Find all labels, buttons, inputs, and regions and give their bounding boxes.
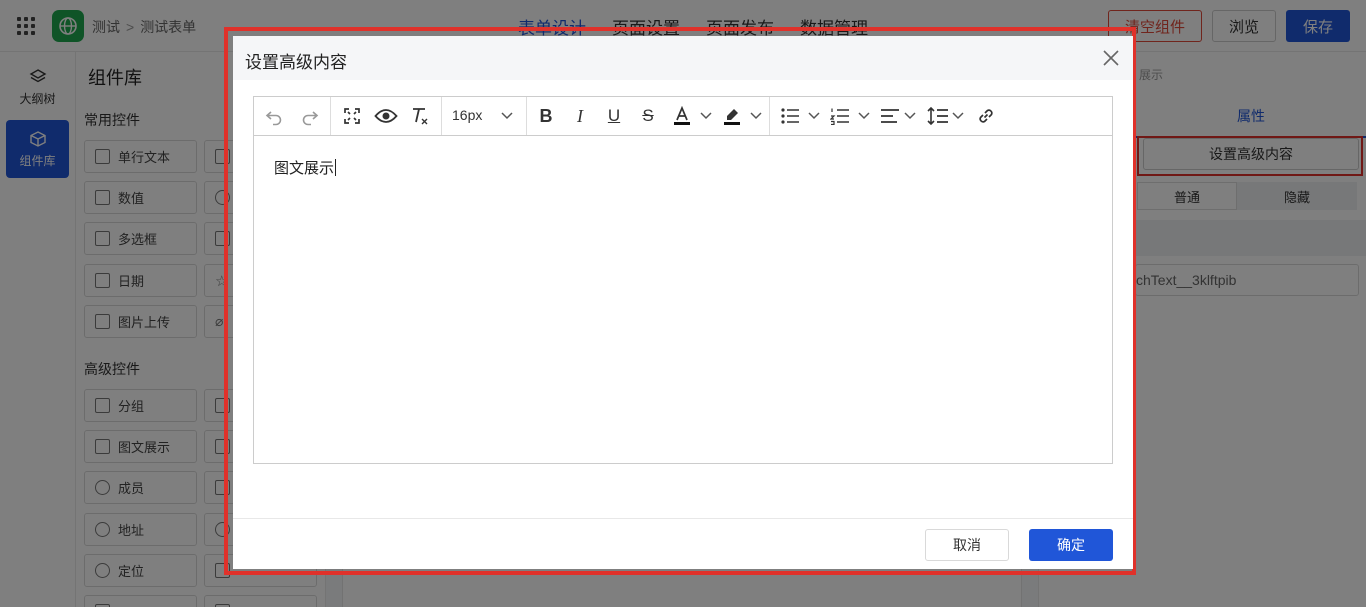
- chevron-down-icon[interactable]: [698, 103, 714, 129]
- clear-format-icon[interactable]: [408, 103, 432, 129]
- preview-eye-icon[interactable]: [372, 103, 400, 129]
- toolbar-divider: [769, 97, 770, 135]
- chevron-down-icon[interactable]: [902, 103, 918, 129]
- numbered-list-icon[interactable]: [828, 103, 852, 129]
- close-icon[interactable]: [1102, 49, 1120, 67]
- editor-text: 图文展示: [274, 160, 335, 177]
- chevron-down-icon[interactable]: [498, 103, 516, 129]
- confirm-button[interactable]: 确定: [1029, 529, 1113, 561]
- redo-icon[interactable]: [298, 103, 322, 129]
- fullscreen-icon[interactable]: [340, 103, 364, 129]
- underline-icon[interactable]: U: [602, 103, 626, 129]
- toolbar-divider: [441, 97, 442, 135]
- highlight-color-icon[interactable]: [720, 103, 744, 129]
- chevron-down-icon[interactable]: [748, 103, 764, 129]
- undo-icon[interactable]: [262, 103, 286, 129]
- toolbar-divider: [330, 97, 331, 135]
- toolbar-divider: [526, 97, 527, 135]
- editor-content[interactable]: 图文展示: [274, 157, 337, 178]
- cancel-button[interactable]: 取消: [925, 529, 1009, 561]
- chevron-down-icon[interactable]: [806, 103, 822, 129]
- italic-icon[interactable]: I: [568, 103, 592, 129]
- font-size-select[interactable]: 16px: [452, 107, 482, 123]
- font-color-icon[interactable]: [670, 103, 694, 129]
- chevron-down-icon[interactable]: [950, 103, 966, 129]
- dialog-title: 设置高级内容: [245, 53, 347, 72]
- editor-toolbar: 16px B I U S: [254, 97, 1112, 136]
- dialog-header: 设置高级内容: [233, 36, 1133, 80]
- advanced-content-dialog: 设置高级内容 16px B I U S 图文展示 取消 确定: [233, 36, 1133, 569]
- bold-icon[interactable]: B: [534, 103, 558, 129]
- chevron-down-icon[interactable]: [856, 103, 872, 129]
- rich-text-editor: 16px B I U S 图文展示: [253, 96, 1113, 464]
- text-caret: [335, 159, 337, 176]
- bullet-list-icon[interactable]: [778, 103, 802, 129]
- strikethrough-icon[interactable]: S: [636, 103, 660, 129]
- align-left-icon[interactable]: [878, 103, 902, 129]
- link-icon[interactable]: [974, 103, 998, 129]
- dialog-footer-divider: [233, 518, 1133, 519]
- line-height-icon[interactable]: [926, 103, 950, 129]
